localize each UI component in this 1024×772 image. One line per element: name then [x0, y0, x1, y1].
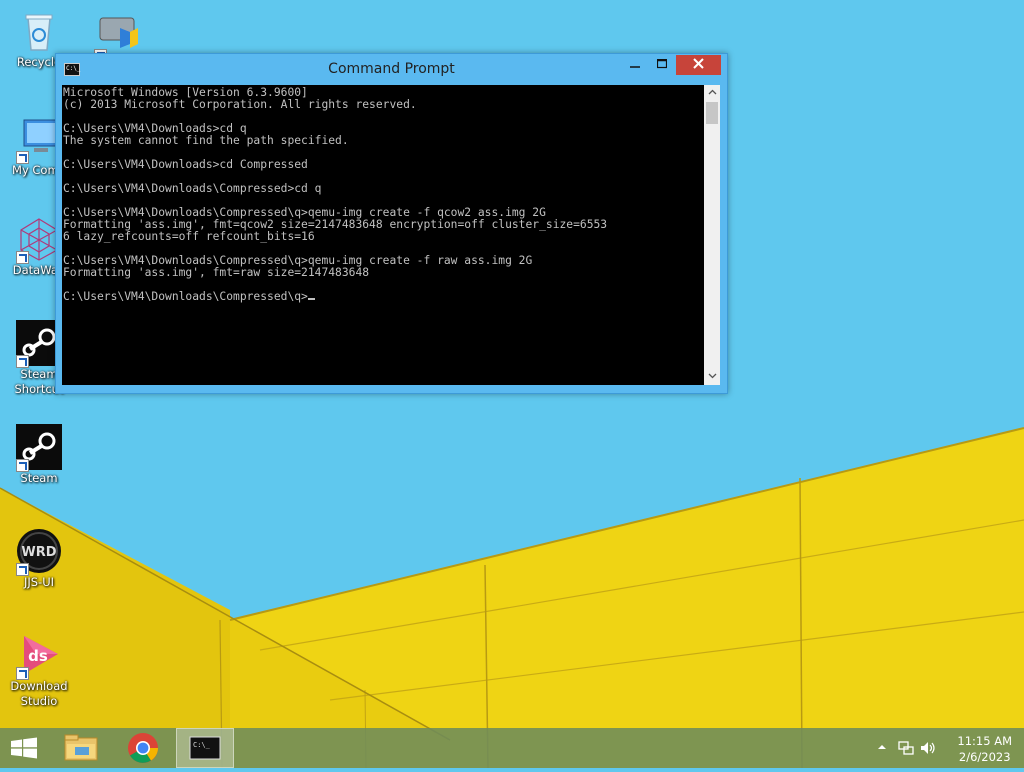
minimize-button[interactable] — [622, 55, 648, 75]
console-line: C:\Users\VM4\Downloads\Compressed\q> — [63, 290, 308, 303]
volume-icon[interactable] — [920, 740, 936, 756]
windows-logo-icon — [11, 737, 37, 759]
cmd-icon: C:\_ — [189, 736, 221, 760]
scroll-down-button[interactable] — [704, 369, 720, 385]
desktop-icon-label: Steam — [20, 471, 58, 485]
shortcut-arrow-icon — [16, 667, 29, 680]
minimize-icon — [630, 66, 640, 68]
taskbar-chrome[interactable] — [117, 728, 169, 768]
command-prompt-window[interactable]: C:\_ Command Prompt Microsoft Windows [V… — [55, 53, 728, 394]
svg-text:ds: ds — [28, 647, 48, 665]
scrollbar-thumb[interactable] — [706, 102, 718, 124]
chevron-up-icon — [878, 745, 886, 749]
network-icon[interactable] — [898, 740, 914, 756]
taskbar-file-explorer[interactable] — [55, 728, 107, 768]
system-tray: 11:15 AM 2/6/2023 — [870, 728, 1024, 768]
shortcut-arrow-icon — [16, 459, 29, 472]
console-line: C:\Users\VM4\Downloads>cd Compressed — [63, 158, 308, 171]
recycle-bin-icon — [16, 8, 62, 54]
desktop-icon-steam[interactable]: Steam — [0, 424, 78, 486]
svg-text:WRD: WRD — [21, 545, 56, 560]
text-cursor — [307, 298, 315, 300]
steam-icon — [16, 424, 62, 472]
console-output[interactable]: Microsoft Windows [Version 6.3.9600] (c)… — [62, 85, 704, 385]
chevron-up-icon — [708, 89, 716, 95]
show-hidden-icons-button[interactable] — [874, 740, 890, 756]
start-button[interactable] — [0, 728, 48, 768]
vertical-scrollbar[interactable] — [704, 85, 720, 385]
shortcut-arrow-icon — [16, 563, 29, 576]
console-line: C:\Users\VM4\Downloads\Compressed>cd q — [63, 182, 322, 195]
console-line: (c) 2013 Microsoft Corporation. All righ… — [63, 98, 417, 111]
console-line: 6 lazy_refcounts=off refcount_bits=16 — [63, 230, 315, 243]
svg-text:C:\_: C:\_ — [193, 741, 211, 749]
console-text: Microsoft Windows [Version 6.3.9600] (c)… — [62, 85, 704, 303]
maximize-button[interactable] — [649, 55, 675, 75]
clock-time: 11:15 AM — [957, 734, 1012, 748]
desktop-icon-label: JJS-UI — [23, 575, 55, 589]
close-icon — [693, 58, 704, 69]
console-line: Formatting 'ass.img', fmt=raw size=21474… — [63, 266, 370, 279]
clock-date: 2/6/2023 — [958, 750, 1011, 764]
folder-icon — [64, 734, 98, 761]
desktop-icon-download-studio[interactable]: ds Download Studio — [0, 632, 78, 709]
taskbar: C:\_ 11:15 AM 2/6/2023 — [0, 728, 1024, 768]
chevron-down-icon — [708, 373, 716, 379]
maximize-icon — [656, 58, 668, 69]
shortcut-arrow-icon — [16, 251, 29, 264]
clock[interactable]: 11:15 AM 2/6/2023 — [957, 733, 1012, 765]
taskbar-command-prompt[interactable]: C:\_ — [176, 728, 234, 768]
shortcut-arrow-icon — [16, 151, 29, 164]
chrome-icon — [128, 733, 158, 763]
jjs-ui-icon: WRD — [16, 528, 62, 576]
desktop-icon-jjs-ui[interactable]: WRD JJS-UI — [0, 528, 78, 590]
console-line: The system cannot find the path specifie… — [63, 134, 349, 147]
shortcut-arrow-icon — [16, 355, 29, 368]
scroll-up-button[interactable] — [704, 85, 720, 101]
download-studio-icon: ds — [16, 632, 62, 680]
close-button[interactable] — [676, 55, 721, 75]
window-title-bar[interactable]: C:\_ Command Prompt — [56, 54, 727, 84]
desktop-icon-label: Download Studio — [10, 679, 68, 708]
